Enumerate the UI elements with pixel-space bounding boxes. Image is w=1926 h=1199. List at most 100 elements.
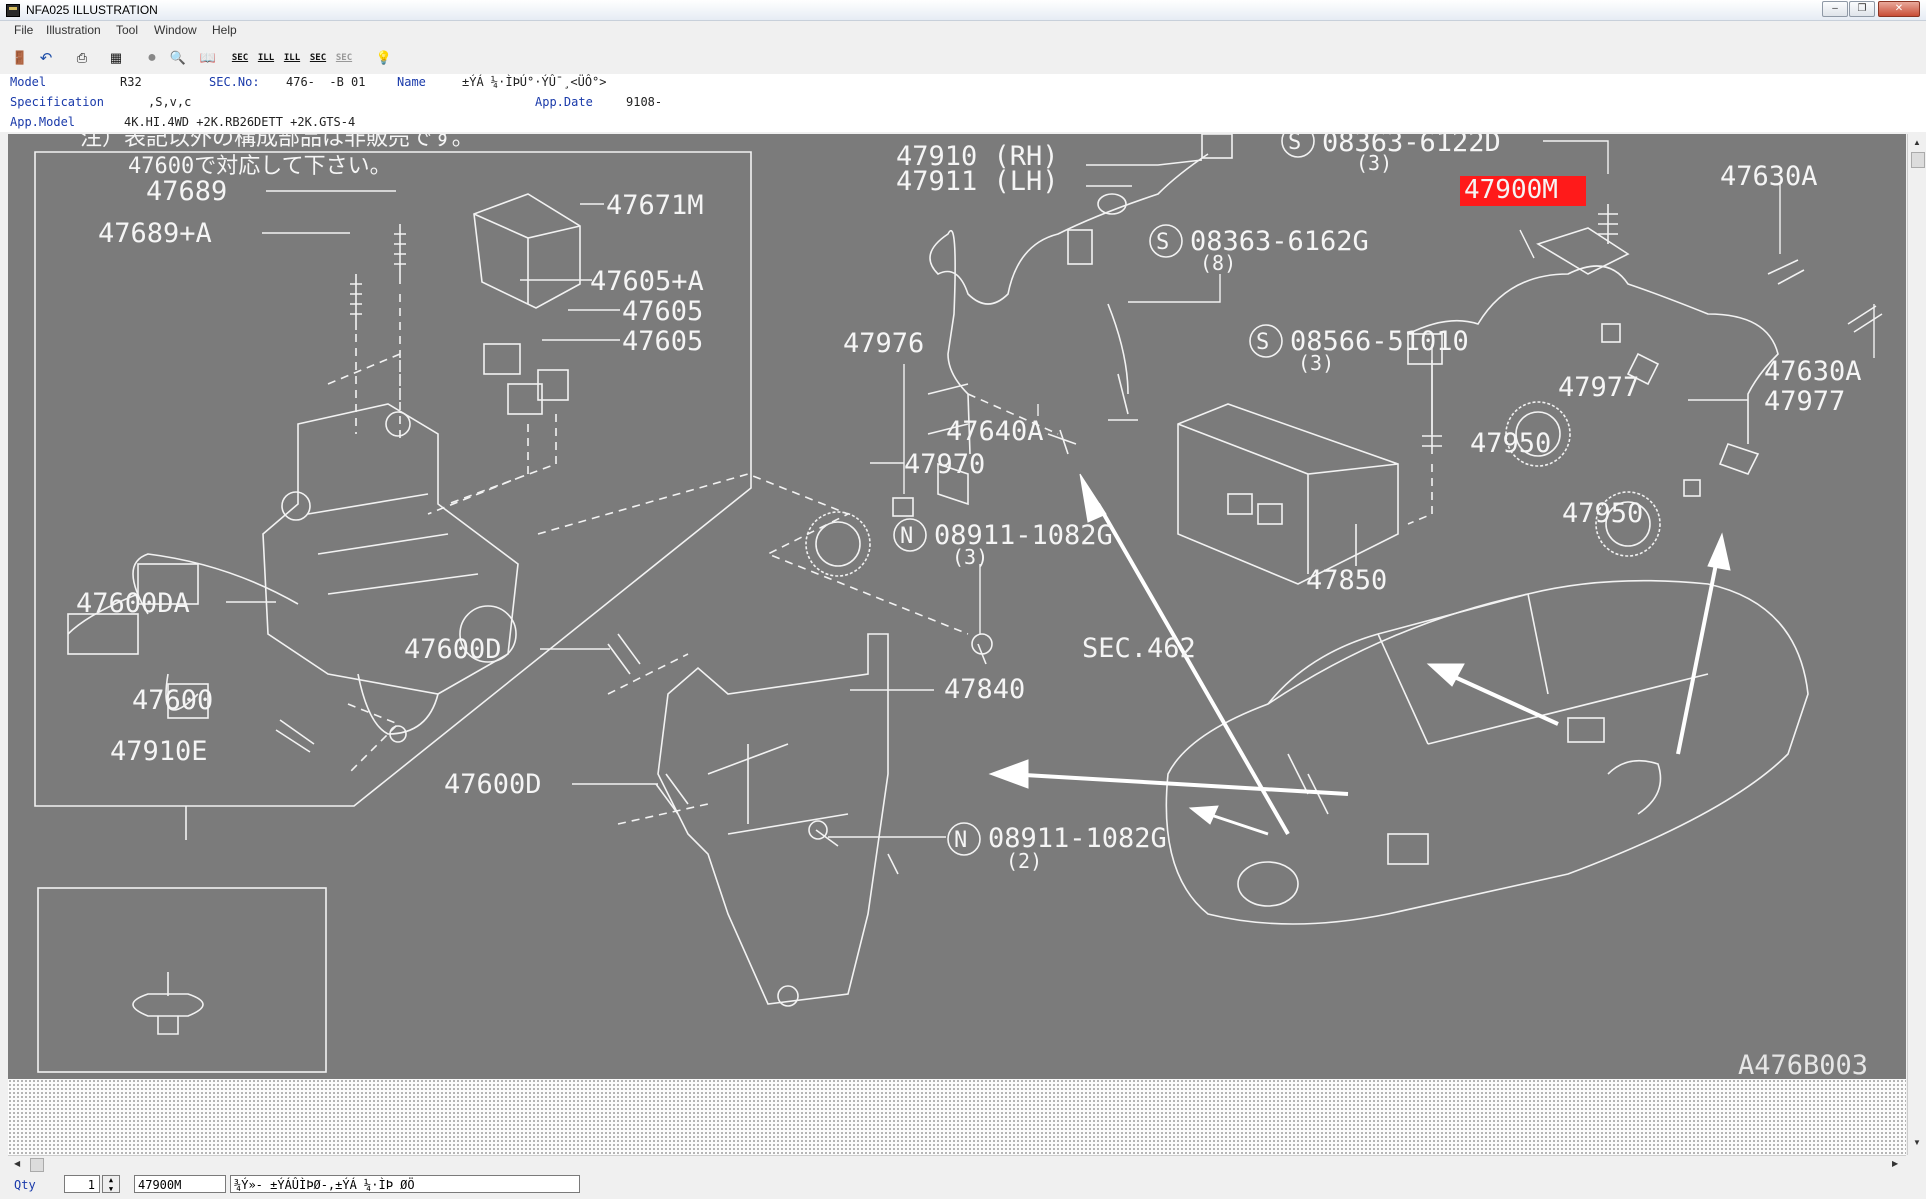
label-08363-6122d[interactable]: 08363-6122D [1322, 134, 1501, 158]
nut-08911-1-body [971, 633, 993, 655]
circle-icon: ● [147, 49, 157, 66]
scroll-right-icon[interactable]: ▶ [1892, 1159, 1898, 1168]
horizontal-scroll-thumb[interactable] [30, 1158, 44, 1172]
close-button[interactable]: ✕ [1878, 1, 1920, 17]
book-icon: 📖 [199, 50, 217, 65]
part-47976 [892, 497, 914, 517]
s-mark-1: S [1288, 134, 1301, 155]
horizontal-scrollbar[interactable]: ◀ ▶ [8, 1155, 1906, 1173]
leader-08363-6162g [1128, 274, 1221, 303]
s-mark-2: S [1156, 230, 1169, 255]
part-47977-1 [1601, 323, 1621, 343]
qty-08911-1082g-1: (3) [952, 545, 988, 569]
label-47840[interactable]: 47840 [944, 674, 1025, 705]
hint-button[interactable]: 💡 [372, 46, 396, 70]
label-47600d-2[interactable]: 47600D [444, 769, 542, 800]
label-47850[interactable]: 47850 [1306, 565, 1387, 596]
bracket-hole [777, 985, 799, 1007]
bolt-08363-6162g [1108, 373, 1138, 421]
chevron-down-icon[interactable]: ▼ [109, 1185, 113, 1193]
appdate-value: 9108- [626, 95, 663, 109]
label-47600da[interactable]: 47600DA [76, 588, 190, 619]
arrow-bracket-head [988, 759, 1029, 789]
sensor-cable-front [929, 153, 1209, 455]
label-47600d-1[interactable]: 47600D [404, 634, 502, 665]
vertical-scroll-thumb[interactable] [1911, 152, 1925, 168]
control-unit-47850 [1177, 403, 1399, 585]
screw-47600da [275, 719, 315, 753]
label-47977-1[interactable]: 47977 [1558, 372, 1639, 403]
label-47605-1[interactable]: 47605 [622, 296, 703, 327]
ill-button-1[interactable]: ILL [254, 46, 278, 70]
label-47900m[interactable]: 47900M [1464, 175, 1558, 205]
exit-button[interactable]: 🚪 [8, 46, 32, 70]
label-47605a[interactable]: 47605+A [590, 266, 704, 297]
sec-icon: SEC [231, 53, 249, 63]
label-sec462[interactable]: SEC.462 [1082, 633, 1196, 664]
qty-stepper[interactable]: ▲ ▼ [102, 1175, 120, 1193]
menu-window[interactable]: Window [154, 23, 197, 37]
spec-label: Specification [10, 95, 104, 109]
sec-button-3[interactable]: SEC [332, 46, 356, 70]
label-47910e[interactable]: 47910E [110, 736, 208, 767]
actuator-port-1 [385, 411, 411, 437]
info-panel: Model R32 SEC.No: 476- -B 01 Name ±ÝÁ ¼·… [0, 74, 1926, 132]
dashed-guides-2 [427, 414, 557, 515]
arrow-front-sensor-head [1079, 473, 1107, 523]
label-47600[interactable]: 47600 [132, 685, 213, 716]
scroll-up-icon[interactable]: ▲ [1913, 138, 1921, 147]
label-47630a-2[interactable]: 47630A [1764, 356, 1862, 387]
print-button[interactable]: ⎙ [70, 46, 94, 70]
ill-button-2[interactable]: ILL [280, 46, 304, 70]
illustration-canvas[interactable]: 注）表記以外の構成部品は非販売です。 47600で対応して下さい。 47689 … [8, 134, 1906, 1079]
part-name-field: ¾Ý»- ±ÝÁÛÌÞØ-,±ÝÁ ¼·ÌÞ ØÖ [230, 1175, 580, 1193]
label-47950-1[interactable]: 47950 [1470, 428, 1551, 459]
label-47640a[interactable]: 47640A [946, 416, 1044, 447]
qty-input[interactable]: 1 [64, 1175, 100, 1193]
name-value: ±ÝÁ ¼·ÌÞÚ°·ÝÛ¯¸<ÜÔ°> [462, 75, 607, 89]
nut-08911-2-body [808, 820, 828, 840]
menu-illustration[interactable]: Illustration [46, 23, 101, 37]
label-47950-2[interactable]: 47950 [1562, 498, 1643, 529]
label-47970[interactable]: 47970 [904, 449, 985, 480]
arrow-unit [1447, 672, 1559, 726]
sec-button-2[interactable]: SEC [306, 46, 330, 70]
relay-47605-1 [507, 383, 543, 415]
circle-button[interactable]: ● [140, 46, 164, 70]
scroll-left-icon[interactable]: ◀ [14, 1159, 20, 1168]
car-abs-location [1387, 833, 1429, 865]
maximize-button[interactable]: ❐ [1849, 1, 1875, 17]
label-47977-2[interactable]: 47977 [1764, 386, 1845, 417]
label-47976[interactable]: 47976 [843, 328, 924, 359]
scroll-down-icon[interactable]: ▼ [1913, 1138, 1921, 1147]
leader-47900m [1519, 229, 1535, 259]
arrow-rear [1676, 553, 1720, 755]
minimize-button[interactable]: ‒ [1822, 1, 1848, 17]
sec-button-1[interactable]: SEC [228, 46, 252, 70]
harness-bracket [1536, 227, 1630, 275]
arrow-rear-head [1707, 532, 1731, 571]
appdate-label: App.Date [535, 95, 593, 109]
car-outline [1165, 579, 1809, 925]
app-icon [6, 4, 20, 17]
relay-47605a [483, 343, 521, 375]
label-47671m[interactable]: 47671M [606, 190, 704, 221]
label-47689[interactable]: 47689 [146, 176, 227, 207]
menu-bar: File Illustration Tool Window Help [0, 21, 1926, 39]
label-47911[interactable]: 47911 (LH) [896, 166, 1059, 197]
menu-tool[interactable]: Tool [116, 23, 138, 37]
book-button[interactable]: 📖 [196, 46, 220, 70]
vertical-scrollbar[interactable]: ▲ ▼ [1907, 134, 1926, 1155]
catalog-button[interactable]: ▦ [104, 46, 128, 70]
label-47630a-1[interactable]: 47630A [1720, 161, 1818, 192]
model-label: Model [10, 75, 47, 89]
label-47689a[interactable]: 47689+A [98, 218, 212, 249]
chevron-up-icon[interactable]: ▲ [109, 1176, 113, 1184]
name-label: Name [397, 75, 426, 89]
undo-button[interactable]: ↶ [34, 46, 58, 70]
bolt-47689a [350, 274, 362, 330]
menu-file[interactable]: File [14, 23, 33, 37]
menu-help[interactable]: Help [212, 23, 237, 37]
label-47605-2[interactable]: 47605 [622, 326, 703, 357]
zoom-button[interactable]: 🔍 [166, 46, 190, 70]
